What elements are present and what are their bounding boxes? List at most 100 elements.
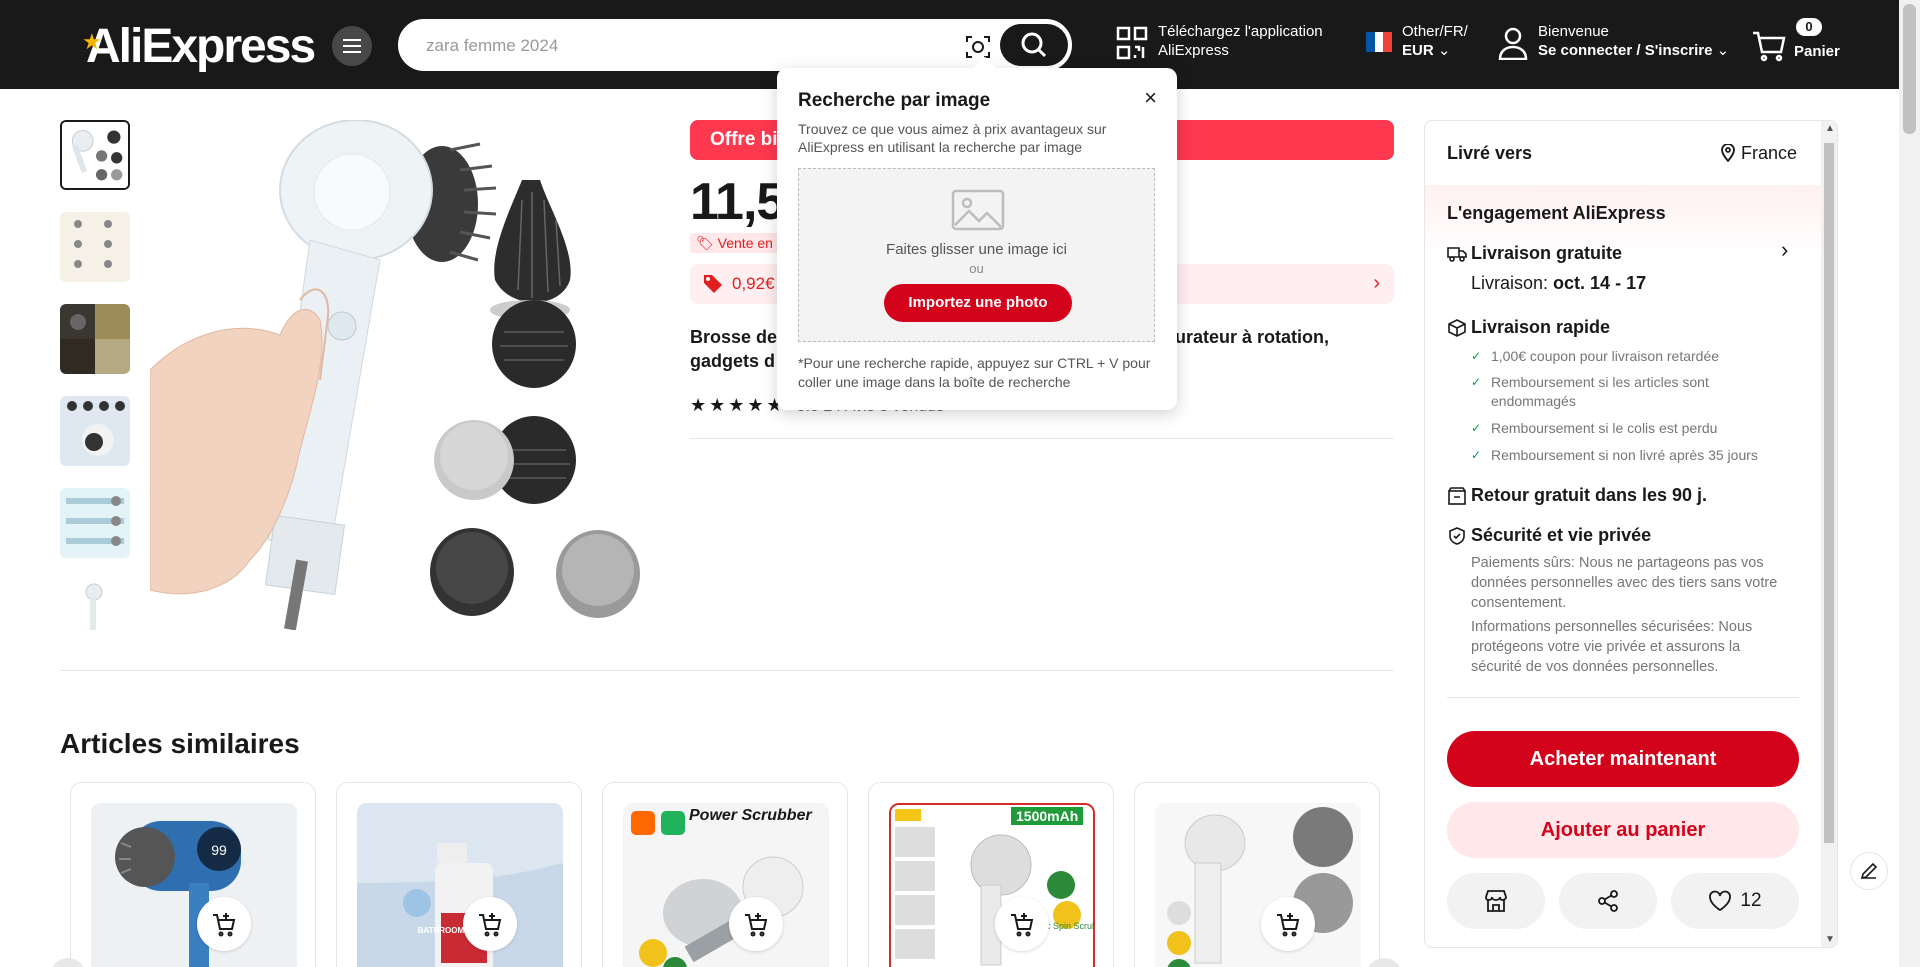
star-rating-icon: ★★★★★ [690, 395, 786, 415]
store-button[interactable] [1447, 873, 1545, 929]
security-row: Sécurité et vie privée [1447, 525, 1651, 546]
add-to-cart-icon[interactable] [463, 897, 517, 951]
security-text-privacy: Informations personnelles sécurisées: No… [1471, 619, 1753, 675]
coupon-text: 0,92€ [732, 274, 775, 293]
image-dropzone[interactable]: Faites glisser une image ici ou Importez… [798, 168, 1155, 342]
thumbnail-3[interactable] [60, 304, 130, 374]
paste-hint: *Pour une recherche rapide, appuyez sur … [798, 355, 1151, 390]
thumbnail-6[interactable] [60, 580, 130, 630]
sale-tag: 🏷 Vente en g [690, 233, 791, 253]
similar-articles-title: Articles similaires [60, 728, 300, 759]
product-card[interactable]: Electric Spin Scrubber 1500mAh [868, 782, 1114, 967]
france-flag-icon [1366, 32, 1392, 52]
search-input[interactable] [426, 33, 926, 59]
thumbnail-4[interactable] [60, 396, 130, 466]
thumbnail-5[interactable] [60, 488, 130, 558]
popup-description: Trouvez ce que vous aimez à prix avantag… [798, 121, 1107, 155]
add-to-cart-icon[interactable] [729, 897, 783, 951]
edit-button[interactable] [1850, 852, 1888, 890]
share-button[interactable] [1559, 873, 1657, 929]
app-download-line1: Téléchargez l'application [1158, 23, 1323, 40]
shield-icon [1449, 527, 1465, 546]
page-scrollbar[interactable] [1899, 0, 1920, 967]
menu-button[interactable] [332, 26, 372, 66]
camera-scan-icon [966, 36, 990, 58]
location-pin-icon [1721, 144, 1735, 162]
image-placeholder-icon [951, 189, 1005, 231]
app-download-line2: AliExpress [1158, 42, 1229, 59]
image-search-popup: Recherche par image × Trouvez ce que vou… [777, 56, 1177, 410]
signin-link[interactable]: Se connecter / S'inscrire [1538, 42, 1712, 59]
panel-scrollbar[interactable]: ▲ ▼ [1821, 121, 1837, 947]
svg-text:99: 99 [211, 842, 227, 858]
delivery-label: Livraison: [1471, 273, 1554, 293]
guarantee-item: ✓ Remboursement si les articles sont endo… [1471, 374, 1709, 409]
guarantee-item: ✓ Remboursement si le colis est perdu [1471, 420, 1718, 436]
product-card[interactable]: Power Scrubber [602, 782, 848, 967]
divider [1447, 697, 1799, 698]
free-shipping-row[interactable]: Livraison gratuite [1447, 243, 1622, 264]
guarantee-item: ✓ 1,00€ coupon pour livraison retardée [1471, 348, 1720, 364]
hamburger-icon [343, 39, 361, 53]
product-title-line2: gadgets d [690, 351, 776, 371]
check-icon: ✓ [1471, 349, 1482, 363]
product-card-image [1155, 803, 1361, 967]
check-icon: ✓ [1471, 448, 1482, 462]
scroll-up-icon[interactable]: ▲ [1825, 123, 1835, 134]
add-to-cart-icon[interactable] [1261, 897, 1315, 951]
ship-country[interactable]: France [1741, 143, 1797, 164]
product-card[interactable]: BATHROOM DESCALER [336, 782, 582, 967]
chevron-down-icon: ⌄ [1437, 42, 1451, 59]
buy-now-button[interactable]: Acheter maintenant [1447, 731, 1799, 787]
truck-icon [1447, 247, 1467, 263]
card-brand-label: Power Scrubber [689, 807, 812, 824]
upload-photo-button[interactable]: Importez une photo [884, 284, 1072, 322]
divider [690, 438, 1394, 439]
product-card-image [623, 803, 829, 967]
wishlist-count: 12 [1740, 890, 1762, 911]
add-to-cart-button[interactable]: Ajouter au panier [1447, 802, 1799, 858]
add-to-cart-icon[interactable] [197, 897, 251, 951]
product-card[interactable]: 99 [70, 782, 316, 967]
search-button[interactable] [1000, 24, 1068, 66]
fast-delivery-title: Livraison rapide [1471, 317, 1611, 337]
currency-text: EUR [1402, 42, 1434, 59]
product-card[interactable] [1134, 782, 1380, 967]
fast-delivery-row: Livraison rapide [1447, 317, 1610, 338]
main-product-image[interactable] [149, 119, 658, 631]
locale-text: Other/FR/ [1402, 23, 1468, 40]
sale-tag-text: Vente en g [717, 235, 785, 251]
image-search-button[interactable] [964, 33, 992, 61]
chevron-right-icon: › [1373, 272, 1380, 294]
product-price: 11,5 [690, 173, 785, 231]
security-title: Sécurité et vie privée [1471, 525, 1652, 545]
card-battery-badge: 1500mAh [1011, 807, 1084, 825]
panel-scrollbar-thumb[interactable] [1824, 143, 1834, 843]
purchase-panel: Livré vers France L'engagement AliExpres… [1424, 120, 1838, 948]
return-box-icon [1448, 487, 1466, 506]
chevron-down-icon: ⌄ [1716, 42, 1730, 59]
product-photo [149, 119, 640, 631]
cart-icon [1753, 31, 1786, 62]
aliexpress-logo[interactable]: ★ AliExpress [82, 18, 316, 74]
page-scrollbar-thumb[interactable] [1903, 4, 1916, 134]
cart-label: Panier [1794, 43, 1840, 60]
product-title-end: purateur à rotation, [1164, 327, 1330, 347]
wishlist-button[interactable]: 12 [1671, 873, 1799, 929]
dropzone-or: ou [969, 261, 984, 276]
thumbnail-1[interactable] [60, 120, 130, 190]
delivery-date: oct. 14 - 17 [1553, 273, 1647, 293]
free-return-title: Retour gratuit dans les 90 j. [1471, 485, 1708, 505]
product-title-start: Brosse de [690, 327, 778, 347]
logo-star-icon: ★ [82, 28, 102, 54]
offer-banner-text: Offre bi [710, 129, 778, 150]
commitment-title: L'engagement AliExpress [1447, 203, 1666, 223]
scroll-down-icon[interactable]: ▼ [1825, 934, 1835, 945]
close-icon[interactable]: × [1144, 87, 1157, 109]
thumbnail-2[interactable] [60, 212, 130, 282]
guarantee-item: ✓ Remboursement si non livré après 35 jou… [1471, 447, 1758, 463]
tag-icon: 🏷 [696, 235, 714, 251]
chevron-right-icon[interactable]: › [1781, 237, 1788, 263]
add-to-cart-icon[interactable] [995, 897, 1049, 951]
search-icon [1021, 32, 1047, 58]
